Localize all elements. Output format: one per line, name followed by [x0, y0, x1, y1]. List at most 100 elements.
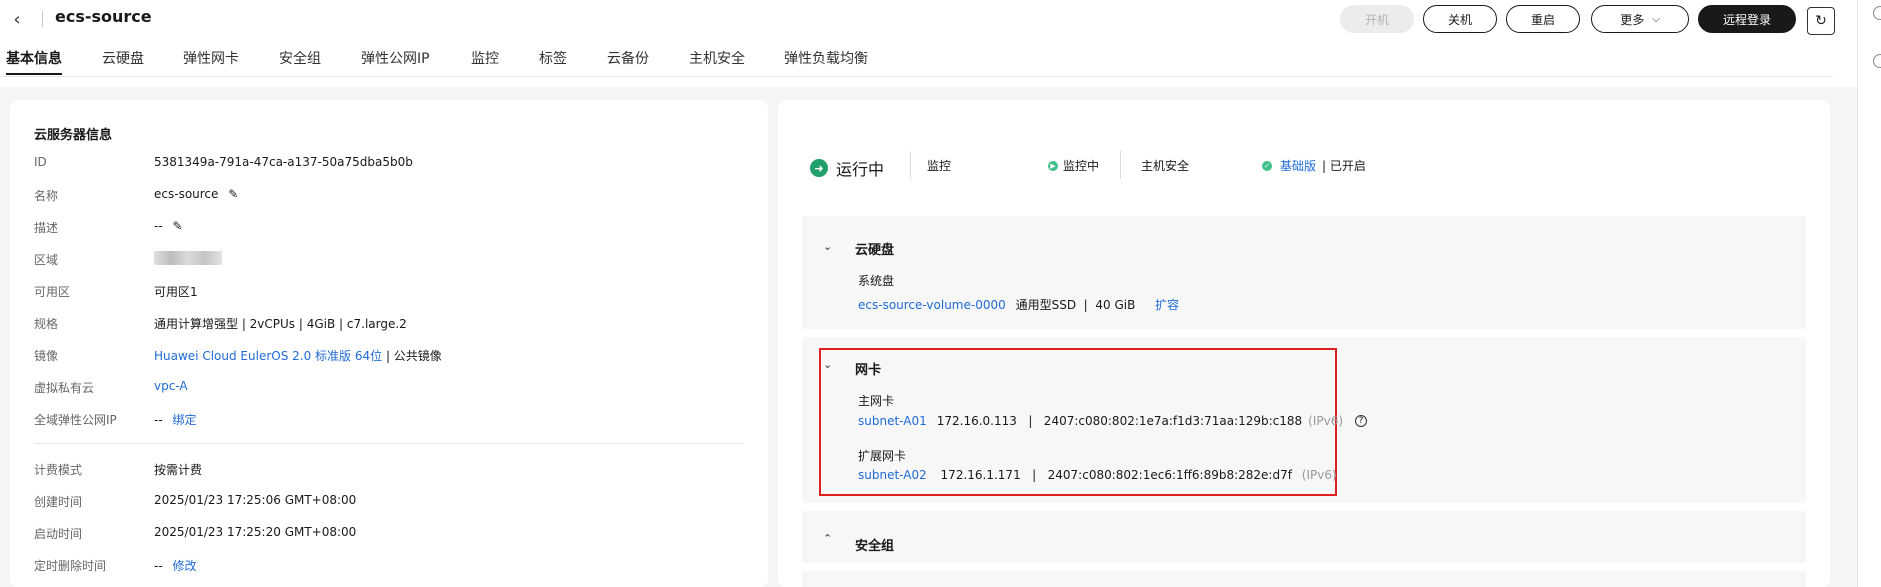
security-group-panel — [802, 511, 1806, 563]
global-eip-value-row: -- 绑定 — [154, 411, 197, 428]
help-icon[interactable]: ? — [1355, 415, 1368, 427]
hss-label: 主机安全 — [1141, 159, 1190, 173]
chevron-left-icon: ‹ — [13, 8, 21, 30]
side-panel-icon-2[interactable] — [1873, 54, 1881, 68]
page-title: ecs-source — [55, 7, 152, 26]
chevron-down-icon[interactable]: ⌄ — [823, 358, 832, 371]
shutdown-button[interactable]: 关机 — [1423, 5, 1497, 33]
refresh-button[interactable]: ↻ — [1807, 7, 1835, 35]
system-disk-label: 系统盘 — [858, 274, 895, 288]
image-type: | 公共镜像 — [382, 349, 442, 363]
billing-mode-value: 按需计费 — [154, 463, 203, 477]
volume-link[interactable]: ecs-source-volume-0000 — [858, 298, 1006, 312]
monitor-label: 监控 — [927, 159, 952, 173]
security-group-title: 安全组 — [855, 539, 895, 554]
edit-icon[interactable]: ✎ — [173, 219, 183, 233]
monitor-status-label: 监控中 — [1063, 159, 1100, 173]
chevron-up-icon[interactable]: ⌃ — [823, 532, 832, 545]
primary-subnet-link[interactable]: subnet-A01 — [858, 414, 927, 428]
launched-value: 2025/01/23 17:25:20 GMT+08:00 — [154, 525, 357, 539]
tab-bar: 基本信息 云硬盘 弹性网卡 安全组 弹性公网IP 监控 标签 云备份 主机安全 … — [0, 44, 1833, 77]
created-value: 2025/01/23 17:25:06 GMT+08:00 — [154, 493, 357, 507]
flavor-value: 通用计算增强型 | 2vCPUs | 4GiB | c7.large.2 — [154, 317, 407, 331]
id-label: ID — [34, 155, 47, 169]
more-button[interactable]: 更多 ⌵ — [1591, 5, 1689, 33]
monitor-status: ▶ 监控中 — [1048, 157, 1099, 174]
scheduled-delete-value: -- — [154, 559, 163, 573]
nics-title: 网卡 — [855, 363, 882, 378]
section-divider — [34, 443, 743, 444]
running-status: ➜ 运行中 — [810, 156, 884, 180]
tab-basic-info[interactable]: 基本信息 — [6, 48, 62, 68]
edit-icon[interactable]: ✎ — [228, 187, 238, 201]
restart-button[interactable]: 重启 — [1506, 5, 1580, 33]
region-value-redacted — [154, 250, 222, 265]
region-label: 区域 — [34, 253, 59, 267]
server-info-card — [10, 100, 768, 587]
primary-ipv6-tag: (IPv6) — [1308, 414, 1344, 428]
redacted-image — [154, 250, 222, 265]
running-label: 运行中 — [836, 160, 885, 179]
title-divider — [42, 11, 43, 27]
id-value: 5381349a-791a-47ca-a137-50a75dba5b0b — [154, 155, 413, 169]
description-label: 描述 — [34, 221, 59, 235]
running-arrow-icon: ➜ — [810, 159, 828, 177]
name-value: ecs-source — [154, 187, 219, 201]
ext-ipv6-tag: (IPv6) — [1301, 468, 1337, 482]
ext-nic-label: 扩展网卡 — [858, 449, 907, 463]
more-label: 更多 — [1620, 12, 1645, 27]
hss-enabled-label: | 已开启 — [1322, 159, 1366, 173]
primary-nic-address: 172.16.0.113 | 2407:c080:802:1e7a:f1d3:7… — [936, 414, 1303, 428]
global-eip-value: -- — [154, 413, 163, 427]
remote-login-button[interactable]: 远程登录 — [1698, 5, 1796, 33]
az-value: 可用区1 — [154, 285, 198, 299]
primary-nic-row: subnet-A01 172.16.0.113 | 2407:c080:802:… — [858, 414, 1368, 428]
description-value-row: -- ✎ — [154, 219, 183, 233]
tab-tags[interactable]: 标签 — [539, 48, 567, 68]
ext-subnet-link[interactable]: subnet-A02 — [858, 468, 927, 482]
expand-link[interactable]: 扩容 — [1155, 298, 1179, 312]
image-link[interactable]: Huawei Cloud EulerOS 2.0 标准版 64位 — [154, 349, 382, 363]
tab-elb[interactable]: 弹性负载均衡 — [784, 48, 868, 68]
tab-security-groups[interactable]: 安全组 — [279, 48, 321, 68]
az-label: 可用区 — [34, 285, 71, 299]
vpc-link[interactable]: vpc-A — [154, 379, 188, 393]
primary-nic-label: 主网卡 — [858, 394, 895, 408]
flavor-label: 规格 — [34, 317, 59, 331]
chevron-down-icon: ⌵ — [1652, 13, 1660, 25]
hss-edition-link[interactable]: 基础版 — [1280, 157, 1316, 174]
right-edge-divider — [1857, 0, 1858, 587]
launched-label: 启动时间 — [34, 527, 83, 541]
global-eip-label: 全域弹性公网IP — [34, 413, 117, 427]
next-panel — [802, 571, 1806, 587]
tab-backup[interactable]: 云备份 — [607, 48, 649, 68]
ext-nic-row: subnet-A02 172.16.1.171 | 2407:c080:802:… — [858, 468, 1337, 482]
image-value-row: Huawei Cloud EulerOS 2.0 标准版 64位 | 公共镜像 — [154, 347, 442, 364]
chevron-down-icon[interactable]: ⌄ — [823, 240, 832, 253]
ext-nic-address: 172.16.1.171 | 2407:c080:802:1ec6:1ff6:8… — [940, 468, 1292, 482]
tab-monitoring[interactable]: 监控 — [471, 48, 499, 68]
status-divider-2 — [1120, 151, 1121, 179]
hss-status: ✓ 基础版 | 已开启 — [1262, 157, 1366, 174]
tab-disks[interactable]: 云硬盘 — [102, 48, 144, 68]
back-button[interactable]: ‹ — [6, 6, 28, 32]
image-label: 镜像 — [34, 349, 59, 363]
billing-mode-label: 计费模式 — [34, 463, 83, 477]
check-icon: ✓ — [1262, 160, 1272, 171]
tab-eip[interactable]: 弹性公网IP — [361, 48, 430, 68]
system-disk-row: ecs-source-volume-0000 通用型SSD | 40 GiB 扩… — [858, 296, 1179, 313]
tab-nics[interactable]: 弹性网卡 — [183, 48, 239, 68]
created-label: 创建时间 — [34, 495, 83, 509]
name-label: 名称 — [34, 189, 59, 203]
bind-eip-link[interactable]: 绑定 — [173, 413, 197, 427]
start-button[interactable]: 开机 — [1340, 5, 1414, 33]
side-panel-icon[interactable] — [1873, 6, 1881, 20]
server-info-title: 云服务器信息 — [34, 128, 113, 143]
volume-info: 通用型SSD | 40 GiB — [1015, 298, 1136, 312]
scheduled-delete-label: 定时删除时间 — [34, 559, 107, 573]
modify-link[interactable]: 修改 — [173, 559, 197, 573]
description-value: -- — [154, 219, 163, 233]
name-value-row: ecs-source ✎ — [154, 187, 238, 201]
status-divider — [910, 151, 911, 179]
tab-host-security[interactable]: 主机安全 — [689, 48, 745, 68]
